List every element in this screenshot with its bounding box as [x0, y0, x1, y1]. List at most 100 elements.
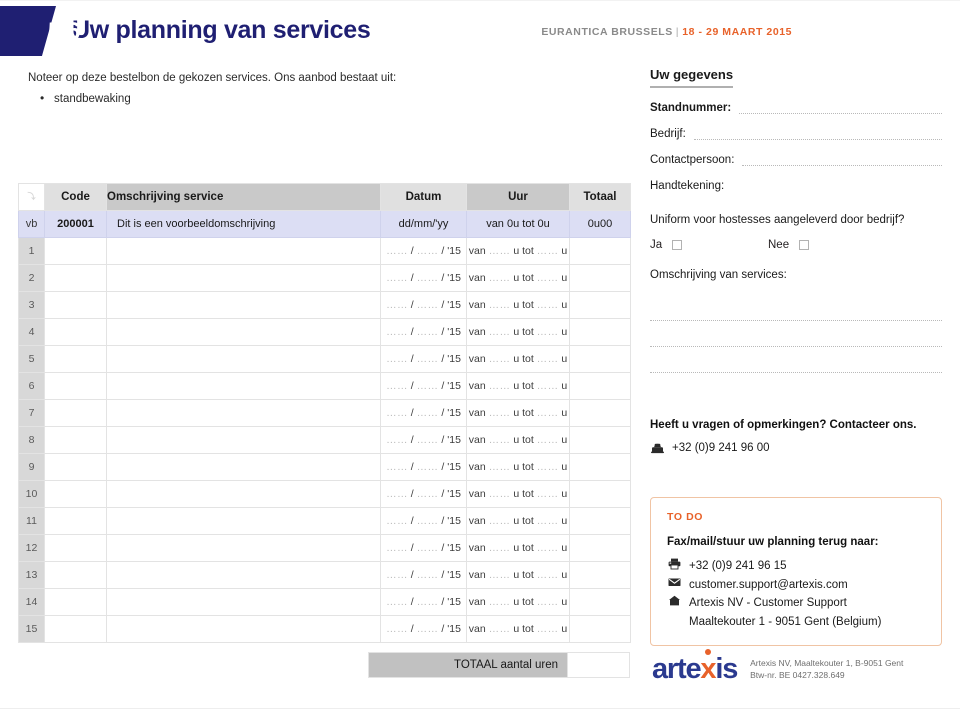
row-hours-input[interactable]: van …… u tot …… u [466, 264, 570, 292]
row-description-input[interactable] [106, 507, 381, 535]
artexis-logo: arte xis [652, 649, 738, 684]
details-field-input[interactable] [693, 129, 942, 140]
row-total-input[interactable] [569, 480, 631, 508]
row-description-input[interactable] [106, 291, 381, 319]
row-code-input[interactable] [44, 318, 107, 346]
row-date-input[interactable]: …… / …… / '15 [380, 588, 467, 616]
row-code-input[interactable] [44, 372, 107, 400]
row-description-input[interactable] [106, 588, 381, 616]
row-total-input[interactable] [569, 264, 631, 292]
row-code-input[interactable] [44, 264, 107, 292]
row-code-input[interactable] [44, 453, 107, 481]
row-total-input[interactable] [569, 615, 631, 643]
row-hours-input[interactable]: van …… u tot …… u [466, 237, 570, 265]
row-number: 7 [18, 399, 45, 427]
row-code-input[interactable] [44, 237, 107, 265]
row-date-input[interactable]: …… / …… / '15 [380, 534, 467, 562]
details-field-row: Standnummer: [650, 102, 942, 114]
row-description-input[interactable] [106, 480, 381, 508]
row-date-input[interactable]: …… / …… / '15 [380, 237, 467, 265]
row-total-input[interactable] [569, 534, 631, 562]
row-date-input[interactable]: …… / …… / '15 [380, 615, 467, 643]
row-date-input[interactable]: …… / …… / '15 [380, 453, 467, 481]
row-code-input[interactable] [44, 561, 107, 589]
row-total-input[interactable] [569, 453, 631, 481]
choice-yes[interactable]: Ja [650, 239, 768, 251]
details-field-input[interactable] [739, 103, 942, 114]
row-description-input[interactable] [106, 561, 381, 589]
services-description-line-3[interactable] [650, 347, 942, 373]
row-hours-input[interactable]: van …… u tot …… u [466, 372, 570, 400]
logo-dot [704, 649, 711, 655]
row-code-input[interactable] [44, 480, 107, 508]
row-description-input[interactable] [106, 534, 381, 562]
row-date-input[interactable]: …… / …… / '15 [380, 480, 467, 508]
checkbox-yes[interactable] [672, 240, 683, 250]
details-field-input[interactable] [742, 155, 942, 166]
row-total-input[interactable] [569, 507, 631, 535]
row-total-input[interactable] [569, 399, 631, 427]
row-hours-input[interactable]: van …… u tot …… u [466, 480, 570, 508]
row-code-input[interactable] [44, 615, 107, 643]
row-number: 6 [18, 372, 45, 400]
row-total-input[interactable] [569, 345, 631, 373]
row-hours-input[interactable]: van …… u tot …… u [466, 588, 570, 616]
row-hours-input[interactable]: van …… u tot …… u [466, 291, 570, 319]
row-code-input[interactable] [44, 399, 107, 427]
row-description-input[interactable] [106, 345, 381, 373]
row-hours-input[interactable]: van …… u tot …… u [466, 453, 570, 481]
row-hours-input[interactable]: van …… u tot …… u [466, 534, 570, 562]
row-date-input[interactable]: …… / …… / '15 [380, 264, 467, 292]
row-date-input[interactable]: …… / …… / '15 [380, 372, 467, 400]
row-description-input[interactable] [106, 237, 381, 265]
row-code-input[interactable] [44, 588, 107, 616]
row-description-input[interactable] [106, 318, 381, 346]
choice-no[interactable]: Nee [768, 239, 810, 251]
row-description-input[interactable] [106, 399, 381, 427]
row-date-input[interactable]: …… / …… / '15 [380, 561, 467, 589]
column-header-hours: Uur [466, 183, 570, 211]
services-description-line-1[interactable] [650, 295, 942, 321]
row-date-input[interactable]: …… / …… / '15 [380, 291, 467, 319]
row-total-input[interactable] [569, 372, 631, 400]
row-hours-input[interactable]: van …… u tot …… u [466, 318, 570, 346]
services-description-line-2[interactable] [650, 321, 942, 347]
row-hours-input[interactable]: van …… u tot …… u [466, 615, 570, 643]
row-code-input[interactable] [44, 534, 107, 562]
row-total-input[interactable] [569, 588, 631, 616]
row-date-input[interactable]: …… / …… / '15 [380, 426, 467, 454]
row-date-input[interactable]: …… / …… / '15 [380, 318, 467, 346]
todo-company-name: Artexis NV - Customer Support [689, 597, 847, 610]
row-date-input[interactable]: …… / …… / '15 [380, 345, 467, 373]
row-hours-input[interactable]: van …… u tot …… u [466, 426, 570, 454]
footer-address-line-1: Artexis NV, Maaltekouter 1, B-9051 Gent [750, 657, 904, 668]
checkbox-no[interactable] [799, 240, 810, 250]
row-number: 4 [18, 318, 45, 346]
total-value-input[interactable] [567, 653, 629, 677]
row-hours-input[interactable]: van …… u tot …… u [466, 399, 570, 427]
row-total-input[interactable] [569, 291, 631, 319]
row-hours-input[interactable]: van …… u tot …… u [466, 561, 570, 589]
row-total-input[interactable] [569, 318, 631, 346]
row-description-input[interactable] [106, 372, 381, 400]
row-code-input[interactable] [44, 507, 107, 535]
row-description-input[interactable] [106, 426, 381, 454]
row-total-input[interactable] [569, 561, 631, 589]
row-hours-input[interactable]: van …… u tot …… u [466, 345, 570, 373]
table-row: 13 …… / …… / '15 van …… u tot …… u [18, 561, 631, 589]
row-hours-input[interactable]: van …… u tot …… u [466, 507, 570, 535]
row-date-input[interactable]: …… / …… / '15 [380, 507, 467, 535]
row-total-input[interactable] [569, 426, 631, 454]
table-row: 2 …… / …… / '15 van …… u tot …… u [18, 264, 631, 292]
row-total-input[interactable] [569, 237, 631, 265]
row-code-input[interactable] [44, 345, 107, 373]
column-header-total: Totaal [569, 183, 631, 211]
row-description-input[interactable] [106, 453, 381, 481]
row-date-input[interactable]: …… / …… / '15 [380, 399, 467, 427]
contact-question: Heeft u vragen of opmerkingen? Contactee… [650, 419, 917, 431]
row-description-input[interactable] [106, 264, 381, 292]
row-description-input[interactable] [106, 615, 381, 643]
row-code-input[interactable] [44, 291, 107, 319]
example-total: 0u00 [569, 210, 631, 238]
row-code-input[interactable] [44, 426, 107, 454]
